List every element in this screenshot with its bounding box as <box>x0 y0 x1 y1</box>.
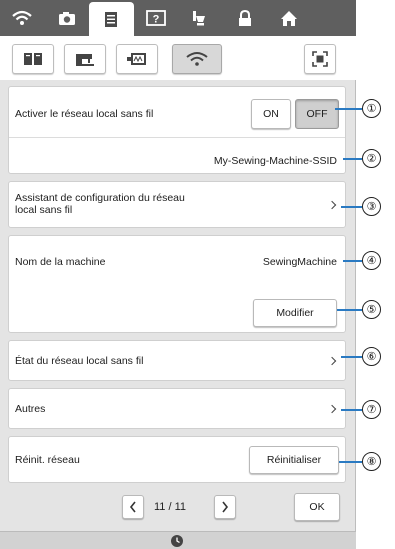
callout-number: ① <box>362 99 381 118</box>
page-indicator: 11 / 11 <box>154 501 187 513</box>
svg-text:?: ? <box>152 14 159 26</box>
sub-tab-bar <box>0 36 356 80</box>
ssid-value: My-Sewing-Machine-SSID <box>213 155 337 167</box>
wlan-card: Activer le réseau local sans fil ON OFF … <box>8 86 346 174</box>
status-bar <box>0 531 356 549</box>
modify-button[interactable]: Modifier <box>253 299 337 327</box>
pagination-bar: 11 / 11 OK <box>0 490 356 530</box>
reset-label: Réinit. réseau <box>15 454 80 466</box>
chevron-right-icon <box>328 405 336 413</box>
top-tab-bar: ? <box>0 0 356 36</box>
callout-8: ⑧ <box>339 452 381 471</box>
subtab-manual[interactable] <box>12 44 54 74</box>
wifi-icon <box>186 52 208 66</box>
divider <box>9 137 345 138</box>
subtab-sewing[interactable] <box>64 44 106 74</box>
prev-page-button[interactable] <box>122 495 144 519</box>
chevron-right-icon <box>222 501 229 513</box>
tab-help[interactable]: ? <box>134 0 179 36</box>
sewing-machine-icon <box>76 54 94 66</box>
wifi-icon <box>12 10 32 25</box>
tab-bobbin[interactable] <box>178 0 223 36</box>
callout-number: ② <box>362 149 381 168</box>
clock-icon <box>171 535 183 547</box>
next-page-button[interactable] <box>214 495 236 519</box>
fullscreen-icon <box>312 51 328 67</box>
wlan-enable-label: Activer le réseau local sans fil <box>15 108 154 120</box>
help-icon: ? <box>145 10 166 26</box>
machine-name-label: Nom de la machine <box>15 256 106 268</box>
callout-3: ③ <box>341 197 381 216</box>
ok-button[interactable]: OK <box>294 493 340 521</box>
others-row[interactable]: Autres <box>8 388 346 429</box>
wlan-status-row[interactable]: État du réseau local sans fil <box>8 340 346 381</box>
callout-1: ① <box>335 99 381 118</box>
tab-camera[interactable] <box>45 0 90 36</box>
bobbin-icon <box>193 10 206 25</box>
callout-5: ⑤ <box>337 300 381 319</box>
callout-number: ⑦ <box>362 400 381 419</box>
subtab-wireless[interactable] <box>172 44 222 74</box>
machine-settings-screen: ? Activer le réseau local sans fil ON OF… <box>0 0 356 549</box>
embroidery-frame-icon <box>127 53 146 65</box>
tab-home[interactable] <box>267 0 312 36</box>
tab-wireless[interactable] <box>0 0 45 36</box>
callout-7: ⑦ <box>341 400 381 419</box>
subtab-embroidery[interactable] <box>116 44 158 74</box>
wlan-on-button[interactable]: ON <box>251 99 291 129</box>
manual-book-icon <box>24 53 42 65</box>
callout-number: ⑤ <box>362 300 381 319</box>
others-label: Autres <box>15 403 46 415</box>
reset-button[interactable]: Réinitialiser <box>249 446 339 474</box>
callout-number: ⑧ <box>362 452 381 471</box>
setup-wizard-row[interactable]: Assistant de configuration du réseau loc… <box>8 181 346 228</box>
wlan-status-label: État du réseau local sans fil <box>15 355 144 367</box>
callout-number: ⑥ <box>362 347 381 366</box>
callout-2: ② <box>343 149 381 168</box>
chevron-right-icon <box>328 201 336 209</box>
fullscreen-button[interactable] <box>304 44 336 74</box>
reset-row: Réinit. réseau Réinitialiser <box>8 436 346 483</box>
chevron-left-icon <box>129 501 136 513</box>
camera-icon <box>58 11 75 25</box>
callout-number: ④ <box>362 251 381 270</box>
callout-4: ④ <box>343 251 381 270</box>
document-icon <box>105 11 118 27</box>
callout-number: ③ <box>362 197 381 216</box>
home-icon <box>281 10 298 26</box>
machine-name-value: SewingMachine <box>262 256 337 268</box>
chevron-right-icon <box>328 357 336 365</box>
setup-wizard-label-line2: local sans fil <box>15 204 73 216</box>
tab-settings[interactable] <box>89 2 134 36</box>
wlan-off-button[interactable]: OFF <box>295 99 339 129</box>
tab-lock[interactable] <box>223 0 268 36</box>
machine-name-card: Nom de la machine SewingMachine Modifier <box>8 235 346 333</box>
lock-icon <box>238 9 251 26</box>
callout-6: ⑥ <box>341 347 381 366</box>
